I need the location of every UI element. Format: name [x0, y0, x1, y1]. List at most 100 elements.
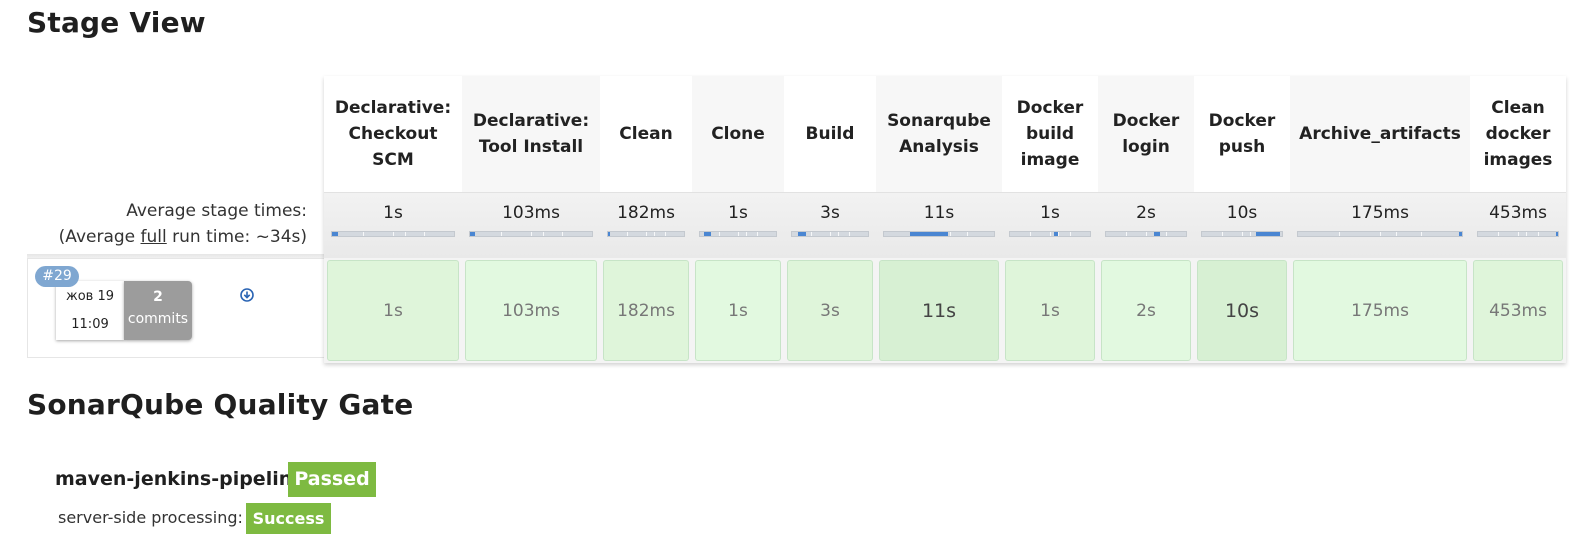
stage-progress-bar: [1297, 231, 1463, 237]
progress-tick: [561, 232, 563, 236]
stage-column: Clone 1s 1s: [692, 76, 784, 363]
stage-progress-bar: [1009, 231, 1091, 237]
stage-build-cell[interactable]: 103ms: [465, 260, 597, 361]
stage-average-time: 103ms: [502, 203, 560, 223]
progress-tick: [757, 232, 758, 236]
stage-progress-bar: [1201, 231, 1283, 237]
progress-tick: [1242, 232, 1243, 236]
stage-average-cell: 1s: [1002, 192, 1098, 258]
stage-build-cell-wrap: 175ms: [1290, 258, 1470, 363]
stage-column: Clean docker images 453ms 453ms: [1470, 76, 1566, 363]
processing-status-badge: Success: [246, 503, 331, 534]
download-icon[interactable]: [240, 288, 254, 302]
stage-average-time: 175ms: [1351, 203, 1409, 223]
stage-average-cell: 2s: [1098, 192, 1194, 258]
progress-tick: [1250, 232, 1251, 236]
stage-build-cell-wrap: 11s: [876, 258, 1002, 363]
progress-fill: [1458, 232, 1462, 236]
stage-average-cell: 182ms: [600, 192, 692, 258]
stage-header: Docker login: [1098, 76, 1194, 192]
stage-build-cell-wrap: 103ms: [462, 258, 600, 363]
progress-tick: [830, 232, 831, 236]
commits-count: 2: [153, 289, 163, 305]
server-side-processing-label: server-side processing:: [58, 508, 243, 527]
stage-build-cell[interactable]: 1s: [1005, 260, 1095, 361]
avg-full-prefix: (Average: [58, 227, 141, 247]
progress-tick: [1050, 232, 1051, 236]
stage-column: Docker build image 1s 1s: [1002, 76, 1098, 363]
build-date-box[interactable]: жов 19 11:09: [56, 281, 124, 340]
progress-fill: [470, 232, 475, 236]
progress-fill: [703, 232, 712, 236]
progress-tick: [849, 232, 850, 236]
progress-fill: [1255, 232, 1281, 236]
stage-average-cell: 1s: [692, 192, 784, 258]
progress-tick: [837, 232, 839, 236]
progress-tick: [531, 232, 532, 236]
commits-label: commits: [127, 311, 189, 327]
progress-tick: [1526, 232, 1527, 236]
progress-fill: [798, 232, 806, 236]
build-time: 11:09: [71, 317, 109, 332]
stage-column: Docker login 2s 2s: [1098, 76, 1194, 363]
stage-header: Archive_artifacts: [1290, 76, 1470, 192]
stage-column: Declarative: Tool Install 103ms 103ms: [462, 76, 600, 363]
progress-tick: [719, 232, 720, 236]
sonarqube-title: SonarQube Quality Gate: [27, 388, 414, 421]
stage-build-cell[interactable]: 11s: [879, 260, 999, 361]
stage-build-cell-wrap: 1s: [324, 258, 462, 363]
progress-tick: [811, 232, 812, 236]
progress-tick: [1421, 232, 1422, 236]
stage-header: Sonarqube Analysis: [876, 76, 1002, 192]
stage-average-time: 182ms: [617, 203, 675, 223]
stage-header: Clean docker images: [1470, 76, 1566, 192]
stage-build-cell[interactable]: 1s: [327, 260, 459, 361]
avg-full-suffix: run time: ~34s): [166, 227, 307, 247]
progress-tick: [1498, 232, 1499, 236]
stage-build-cell[interactable]: 10s: [1197, 260, 1287, 361]
stage-average-cell: 175ms: [1290, 192, 1470, 258]
stage-build-cell[interactable]: 2s: [1101, 260, 1191, 361]
progress-tick: [1538, 232, 1539, 236]
stage-header: Declarative: Checkout SCM: [324, 76, 462, 192]
stage-build-cell[interactable]: 175ms: [1293, 260, 1467, 361]
stage-column: Declarative: Checkout SCM 1s 1s: [324, 76, 462, 363]
progress-tick: [1518, 232, 1519, 236]
jenkins-pipeline-page: Stage View Average stage times: (Average…: [0, 0, 1572, 540]
progress-tick: [665, 232, 666, 236]
stage-build-cell[interactable]: 182ms: [603, 260, 689, 361]
progress-tick: [1396, 232, 1398, 236]
stage-header: Docker build image: [1002, 76, 1098, 192]
stage-view-title: Stage View: [27, 6, 206, 39]
stage-header: Docker push: [1194, 76, 1290, 192]
progress-fill: [1054, 232, 1058, 236]
progress-tick: [1030, 232, 1031, 236]
stage-average-time: 10s: [1226, 203, 1258, 223]
progress-tick: [646, 232, 647, 236]
average-stage-times-label: Average stage times:: [126, 201, 307, 221]
stage-average-cell: 453ms: [1470, 192, 1566, 258]
stage-build-cell[interactable]: 1s: [695, 260, 781, 361]
stage-average-cell: 11s: [876, 192, 1002, 258]
build-number-badge[interactable]: #29: [35, 266, 79, 287]
stage-average-time: 11s: [923, 203, 955, 223]
stage-build-cell[interactable]: 453ms: [1473, 260, 1563, 361]
stage-column: Clean 182ms 182ms: [600, 76, 692, 363]
stage-build-cell-wrap: 3s: [784, 258, 876, 363]
stage-progress-bar: [607, 231, 685, 237]
stage-average-time: 1s: [383, 203, 403, 223]
full-run-link[interactable]: full: [141, 227, 167, 247]
progress-fill: [1556, 232, 1558, 236]
build-commits-button[interactable]: 2 commits: [124, 281, 192, 340]
sonar-project-link[interactable]: maven-jenkins-pipeline: [55, 468, 305, 490]
stage-average-time: 1s: [728, 203, 748, 223]
stage-average-time: 453ms: [1489, 203, 1547, 223]
progress-tick: [1166, 232, 1167, 236]
stage-progress-bar: [791, 231, 869, 237]
stage-header: Clean: [600, 76, 692, 192]
stage-progress-bar: [699, 231, 777, 237]
progress-fill: [332, 232, 339, 236]
progress-tick: [1126, 232, 1127, 236]
stage-build-cell[interactable]: 3s: [787, 260, 873, 361]
progress-tick: [745, 232, 747, 236]
